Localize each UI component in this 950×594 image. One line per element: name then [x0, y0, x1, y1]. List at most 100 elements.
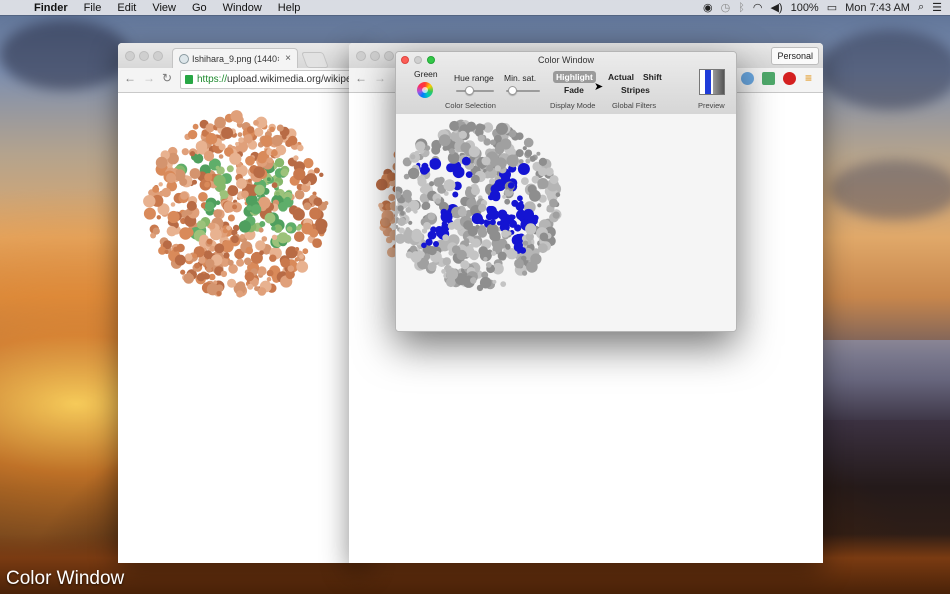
digit-dot: [264, 212, 276, 224]
menu-view[interactable]: View: [144, 2, 184, 14]
menu-file[interactable]: File: [76, 2, 110, 14]
background-dot: [525, 223, 537, 235]
menu-bar: Finder File Edit View Go Window Help ◉ ◷…: [0, 0, 950, 15]
adblock-icon[interactable]: [783, 72, 796, 85]
background-dot: [276, 124, 284, 132]
menu-go[interactable]: Go: [184, 2, 215, 14]
tab-ishihara[interactable]: Ishihara_9.png (1440×1440 ×: [172, 48, 298, 68]
profile-button[interactable]: Personal: [771, 47, 819, 65]
background-dot: [244, 271, 255, 282]
zoom-button[interactable]: [384, 51, 394, 61]
filter-stripes[interactable]: Stripes: [621, 85, 650, 95]
extension-check-icon[interactable]: [741, 72, 754, 85]
background-dot: [186, 200, 197, 211]
volume-icon[interactable]: ◀): [770, 1, 782, 14]
background-dot: [301, 222, 313, 235]
background-dot: [156, 215, 161, 220]
lock-icon: [185, 75, 193, 84]
address-bar[interactable]: https:// upload.wikimedia.org/wikipe: [180, 70, 366, 89]
background-dot: [195, 140, 208, 153]
background-dot: [176, 243, 185, 253]
menu-app-finder[interactable]: Finder: [26, 2, 76, 14]
bluetooth-icon[interactable]: ᛒ: [738, 2, 745, 14]
time-machine-icon[interactable]: ◷: [721, 1, 731, 14]
new-tab-button[interactable]: [301, 52, 329, 68]
tab-close-icon[interactable]: ×: [285, 53, 291, 64]
background-dot: [385, 236, 393, 244]
background-dot: [287, 265, 295, 272]
background-dot: [481, 156, 491, 166]
background-dot: [468, 146, 480, 158]
forward-icon[interactable]: →: [143, 71, 155, 85]
background-dot: [442, 257, 451, 266]
preview-swatch[interactable]: [699, 69, 725, 95]
digit-dot: [429, 158, 442, 170]
filter-shift[interactable]: Shift: [643, 72, 662, 82]
battery-percent[interactable]: 100%: [791, 2, 819, 14]
background-dot: [194, 262, 200, 269]
menu-edit[interactable]: Edit: [109, 2, 144, 14]
digit-dot: [259, 221, 266, 227]
background-dot: [486, 164, 494, 172]
background-dot: [468, 236, 475, 243]
background-dot: [247, 283, 254, 290]
background-dot: [504, 198, 511, 205]
digit-dot: [452, 191, 459, 198]
background-dot: [203, 250, 213, 259]
menu-extras: ◉ ◷ ᛒ ◠ ◀) 100% ▭ Mon 7:43 AM ⌕ ☰: [703, 0, 942, 15]
hue-range-knob[interactable]: [465, 86, 474, 95]
background-dot: [179, 177, 188, 186]
background-dot: [152, 227, 160, 235]
reload-icon[interactable]: ↻: [162, 71, 172, 85]
close-button[interactable]: [356, 51, 366, 61]
background-dot: [223, 259, 229, 265]
back-icon[interactable]: ←: [355, 71, 367, 85]
background-dot: [302, 248, 309, 255]
menu-icon[interactable]: ≡: [805, 71, 812, 85]
min-sat-slider[interactable]: [506, 86, 540, 95]
menu-help[interactable]: Help: [270, 2, 309, 14]
notification-center-icon[interactable]: ☰: [932, 1, 942, 14]
hue-range-slider[interactable]: [456, 86, 494, 95]
background-dot: [522, 240, 529, 246]
window-title: Color Window: [537, 55, 595, 65]
battery-icon[interactable]: ▭: [827, 1, 837, 14]
minimize-button[interactable]: [139, 51, 149, 61]
digit-dot: [510, 214, 516, 220]
forward-icon[interactable]: →: [374, 71, 386, 85]
min-sat-knob[interactable]: [508, 86, 517, 95]
color-wheel-icon[interactable]: [417, 82, 433, 98]
eye-icon[interactable]: ◉: [703, 1, 713, 14]
tab-title: Ishihara_9.png (1440×1440: [192, 53, 279, 64]
spotlight-icon[interactable]: ⌕: [918, 1, 924, 14]
digit-dot: [275, 191, 280, 196]
close-button[interactable]: [125, 51, 135, 61]
mode-fade[interactable]: Fade: [564, 85, 584, 95]
background-dot: [530, 253, 542, 265]
background-dot: [427, 246, 437, 256]
url-text: upload.wikimedia.org/wikipe: [227, 74, 352, 85]
background-dot: [446, 268, 459, 281]
background-dot: [218, 143, 226, 151]
background-dot: [545, 167, 554, 176]
extension-recycle-icon[interactable]: [762, 72, 775, 85]
mouse-cursor-icon: ➤: [594, 81, 604, 93]
background-dot: [549, 198, 558, 208]
filter-actual[interactable]: Actual: [608, 72, 634, 82]
background-dot: [435, 198, 441, 204]
background-dot: [537, 178, 549, 190]
background-dot: [287, 135, 298, 146]
zoom-button[interactable]: [153, 51, 163, 61]
background-dot: [245, 246, 254, 255]
clock[interactable]: Mon 7:43 AM: [845, 2, 910, 14]
color-window-toolbar: Color Window Green Hue range Min. sat. H…: [396, 52, 736, 115]
mode-highlight[interactable]: Highlight: [553, 71, 596, 83]
background-dot: [515, 149, 524, 158]
background-dot: [294, 189, 305, 200]
minimize-button[interactable]: [370, 51, 380, 61]
digit-dot: [226, 165, 234, 173]
wikimedia-favicon-icon: [179, 53, 189, 64]
wifi-icon[interactable]: ◠: [753, 1, 763, 14]
back-icon[interactable]: ←: [124, 71, 136, 85]
menu-window[interactable]: Window: [215, 2, 270, 14]
